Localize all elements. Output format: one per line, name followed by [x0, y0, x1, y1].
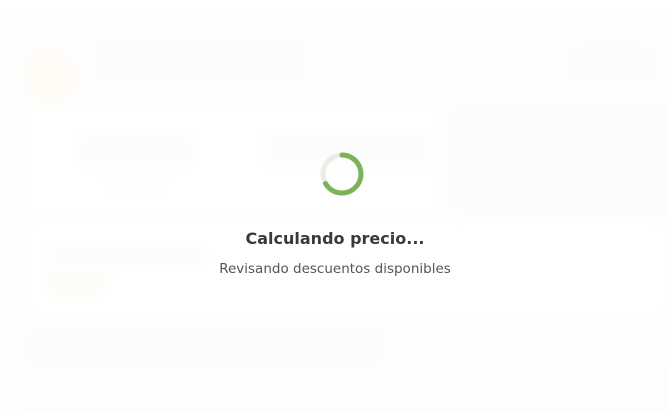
loading-subtitle: Revisando descuentos disponibles [219, 261, 451, 277]
loading-spinner-icon [320, 152, 364, 196]
loading-overlay [0, 0, 670, 411]
loading-title: Calculando precio... [245, 229, 425, 248]
